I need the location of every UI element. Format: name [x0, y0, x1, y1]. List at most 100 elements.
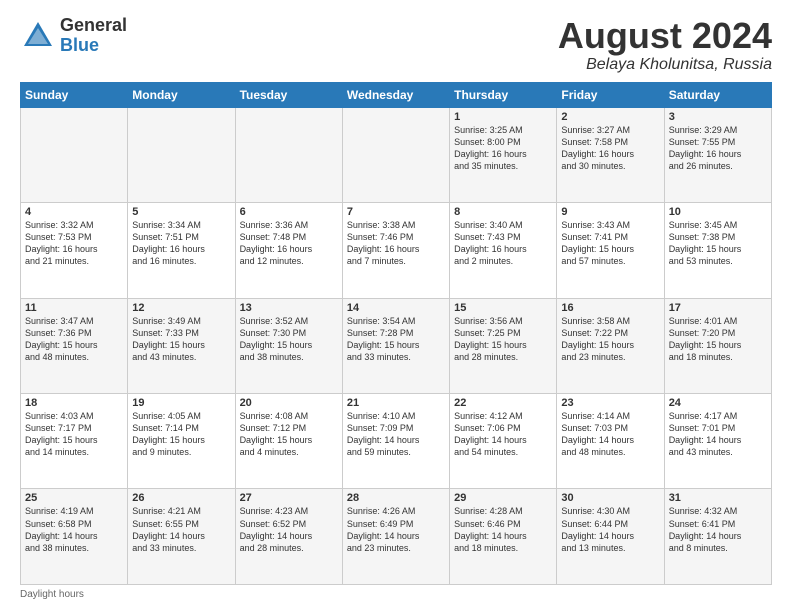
calendar-cell: 5Sunrise: 3:34 AM Sunset: 7:51 PM Daylig…	[128, 203, 235, 298]
calendar-cell: 3Sunrise: 3:29 AM Sunset: 7:55 PM Daylig…	[664, 107, 771, 202]
calendar-table: SundayMondayTuesdayWednesdayThursdayFrid…	[20, 82, 772, 585]
calendar-cell: 7Sunrise: 3:38 AM Sunset: 7:46 PM Daylig…	[342, 203, 449, 298]
calendar-cell: 22Sunrise: 4:12 AM Sunset: 7:06 PM Dayli…	[450, 394, 557, 489]
calendar-cell: 23Sunrise: 4:14 AM Sunset: 7:03 PM Dayli…	[557, 394, 664, 489]
day-info: Sunrise: 4:26 AM Sunset: 6:49 PM Dayligh…	[347, 505, 445, 554]
day-number: 12	[132, 302, 230, 314]
day-number: 18	[25, 397, 123, 409]
day-number: 25	[25, 492, 123, 504]
day-number: 13	[240, 302, 338, 314]
day-number: 4	[25, 206, 123, 218]
calendar-header-row: SundayMondayTuesdayWednesdayThursdayFrid…	[21, 82, 772, 107]
day-info: Sunrise: 3:45 AM Sunset: 7:38 PM Dayligh…	[669, 219, 767, 268]
calendar-header-thursday: Thursday	[450, 82, 557, 107]
calendar-cell	[342, 107, 449, 202]
day-number: 31	[669, 492, 767, 504]
day-info: Sunrise: 4:05 AM Sunset: 7:14 PM Dayligh…	[132, 410, 230, 459]
calendar-cell: 26Sunrise: 4:21 AM Sunset: 6:55 PM Dayli…	[128, 489, 235, 585]
calendar-cell: 25Sunrise: 4:19 AM Sunset: 6:58 PM Dayli…	[21, 489, 128, 585]
day-info: Sunrise: 4:21 AM Sunset: 6:55 PM Dayligh…	[132, 505, 230, 554]
day-info: Sunrise: 3:29 AM Sunset: 7:55 PM Dayligh…	[669, 124, 767, 173]
logo-general: General	[60, 16, 127, 36]
calendar-cell: 18Sunrise: 4:03 AM Sunset: 7:17 PM Dayli…	[21, 394, 128, 489]
calendar-cell: 14Sunrise: 3:54 AM Sunset: 7:28 PM Dayli…	[342, 298, 449, 393]
logo-icon	[20, 18, 56, 54]
day-number: 20	[240, 397, 338, 409]
day-info: Sunrise: 3:47 AM Sunset: 7:36 PM Dayligh…	[25, 315, 123, 364]
day-number: 7	[347, 206, 445, 218]
calendar-cell	[235, 107, 342, 202]
day-number: 14	[347, 302, 445, 314]
calendar-cell: 2Sunrise: 3:27 AM Sunset: 7:58 PM Daylig…	[557, 107, 664, 202]
day-number: 19	[132, 397, 230, 409]
calendar-cell	[21, 107, 128, 202]
day-number: 17	[669, 302, 767, 314]
day-info: Sunrise: 4:08 AM Sunset: 7:12 PM Dayligh…	[240, 410, 338, 459]
calendar-cell: 6Sunrise: 3:36 AM Sunset: 7:48 PM Daylig…	[235, 203, 342, 298]
calendar-header-wednesday: Wednesday	[342, 82, 449, 107]
calendar-week-1: 1Sunrise: 3:25 AM Sunset: 8:00 PM Daylig…	[21, 107, 772, 202]
day-info: Sunrise: 3:38 AM Sunset: 7:46 PM Dayligh…	[347, 219, 445, 268]
calendar-cell: 17Sunrise: 4:01 AM Sunset: 7:20 PM Dayli…	[664, 298, 771, 393]
day-number: 16	[561, 302, 659, 314]
day-number: 29	[454, 492, 552, 504]
calendar-cell: 13Sunrise: 3:52 AM Sunset: 7:30 PM Dayli…	[235, 298, 342, 393]
calendar-cell: 4Sunrise: 3:32 AM Sunset: 7:53 PM Daylig…	[21, 203, 128, 298]
day-number: 1	[454, 111, 552, 123]
day-info: Sunrise: 4:32 AM Sunset: 6:41 PM Dayligh…	[669, 505, 767, 554]
title-block: August 2024 Belaya Kholunitsa, Russia	[558, 16, 772, 74]
calendar-header-sunday: Sunday	[21, 82, 128, 107]
calendar-week-4: 18Sunrise: 4:03 AM Sunset: 7:17 PM Dayli…	[21, 394, 772, 489]
logo-text: General Blue	[60, 16, 127, 56]
calendar-cell: 12Sunrise: 3:49 AM Sunset: 7:33 PM Dayli…	[128, 298, 235, 393]
day-number: 27	[240, 492, 338, 504]
calendar-week-5: 25Sunrise: 4:19 AM Sunset: 6:58 PM Dayli…	[21, 489, 772, 585]
day-info: Sunrise: 3:52 AM Sunset: 7:30 PM Dayligh…	[240, 315, 338, 364]
calendar-cell: 30Sunrise: 4:30 AM Sunset: 6:44 PM Dayli…	[557, 489, 664, 585]
calendar-cell: 11Sunrise: 3:47 AM Sunset: 7:36 PM Dayli…	[21, 298, 128, 393]
calendar-header-monday: Monday	[128, 82, 235, 107]
day-info: Sunrise: 3:54 AM Sunset: 7:28 PM Dayligh…	[347, 315, 445, 364]
calendar-cell: 20Sunrise: 4:08 AM Sunset: 7:12 PM Dayli…	[235, 394, 342, 489]
day-info: Sunrise: 3:25 AM Sunset: 8:00 PM Dayligh…	[454, 124, 552, 173]
day-number: 8	[454, 206, 552, 218]
calendar-week-2: 4Sunrise: 3:32 AM Sunset: 7:53 PM Daylig…	[21, 203, 772, 298]
calendar-cell: 24Sunrise: 4:17 AM Sunset: 7:01 PM Dayli…	[664, 394, 771, 489]
day-info: Sunrise: 3:36 AM Sunset: 7:48 PM Dayligh…	[240, 219, 338, 268]
day-number: 26	[132, 492, 230, 504]
day-number: 9	[561, 206, 659, 218]
day-info: Sunrise: 4:12 AM Sunset: 7:06 PM Dayligh…	[454, 410, 552, 459]
logo-blue: Blue	[60, 36, 127, 56]
calendar-cell	[128, 107, 235, 202]
location-title: Belaya Kholunitsa, Russia	[558, 56, 772, 74]
page: General Blue August 2024 Belaya Kholunit…	[0, 0, 792, 612]
header: General Blue August 2024 Belaya Kholunit…	[20, 16, 772, 74]
day-info: Sunrise: 3:27 AM Sunset: 7:58 PM Dayligh…	[561, 124, 659, 173]
calendar-cell: 9Sunrise: 3:43 AM Sunset: 7:41 PM Daylig…	[557, 203, 664, 298]
calendar-header-friday: Friday	[557, 82, 664, 107]
day-number: 24	[669, 397, 767, 409]
day-info: Sunrise: 3:43 AM Sunset: 7:41 PM Dayligh…	[561, 219, 659, 268]
day-info: Sunrise: 3:58 AM Sunset: 7:22 PM Dayligh…	[561, 315, 659, 364]
day-number: 22	[454, 397, 552, 409]
calendar-cell: 16Sunrise: 3:58 AM Sunset: 7:22 PM Dayli…	[557, 298, 664, 393]
calendar-cell: 21Sunrise: 4:10 AM Sunset: 7:09 PM Dayli…	[342, 394, 449, 489]
day-number: 30	[561, 492, 659, 504]
day-info: Sunrise: 4:03 AM Sunset: 7:17 PM Dayligh…	[25, 410, 123, 459]
calendar-week-3: 11Sunrise: 3:47 AM Sunset: 7:36 PM Dayli…	[21, 298, 772, 393]
day-info: Sunrise: 4:28 AM Sunset: 6:46 PM Dayligh…	[454, 505, 552, 554]
day-info: Sunrise: 4:30 AM Sunset: 6:44 PM Dayligh…	[561, 505, 659, 554]
calendar-cell: 1Sunrise: 3:25 AM Sunset: 8:00 PM Daylig…	[450, 107, 557, 202]
day-number: 2	[561, 111, 659, 123]
day-info: Sunrise: 4:01 AM Sunset: 7:20 PM Dayligh…	[669, 315, 767, 364]
calendar-header-tuesday: Tuesday	[235, 82, 342, 107]
day-info: Sunrise: 4:23 AM Sunset: 6:52 PM Dayligh…	[240, 505, 338, 554]
day-number: 21	[347, 397, 445, 409]
logo: General Blue	[20, 16, 127, 56]
calendar-cell: 27Sunrise: 4:23 AM Sunset: 6:52 PM Dayli…	[235, 489, 342, 585]
day-number: 6	[240, 206, 338, 218]
day-info: Sunrise: 4:10 AM Sunset: 7:09 PM Dayligh…	[347, 410, 445, 459]
day-info: Sunrise: 3:40 AM Sunset: 7:43 PM Dayligh…	[454, 219, 552, 268]
calendar-cell: 10Sunrise: 3:45 AM Sunset: 7:38 PM Dayli…	[664, 203, 771, 298]
day-info: Sunrise: 4:14 AM Sunset: 7:03 PM Dayligh…	[561, 410, 659, 459]
